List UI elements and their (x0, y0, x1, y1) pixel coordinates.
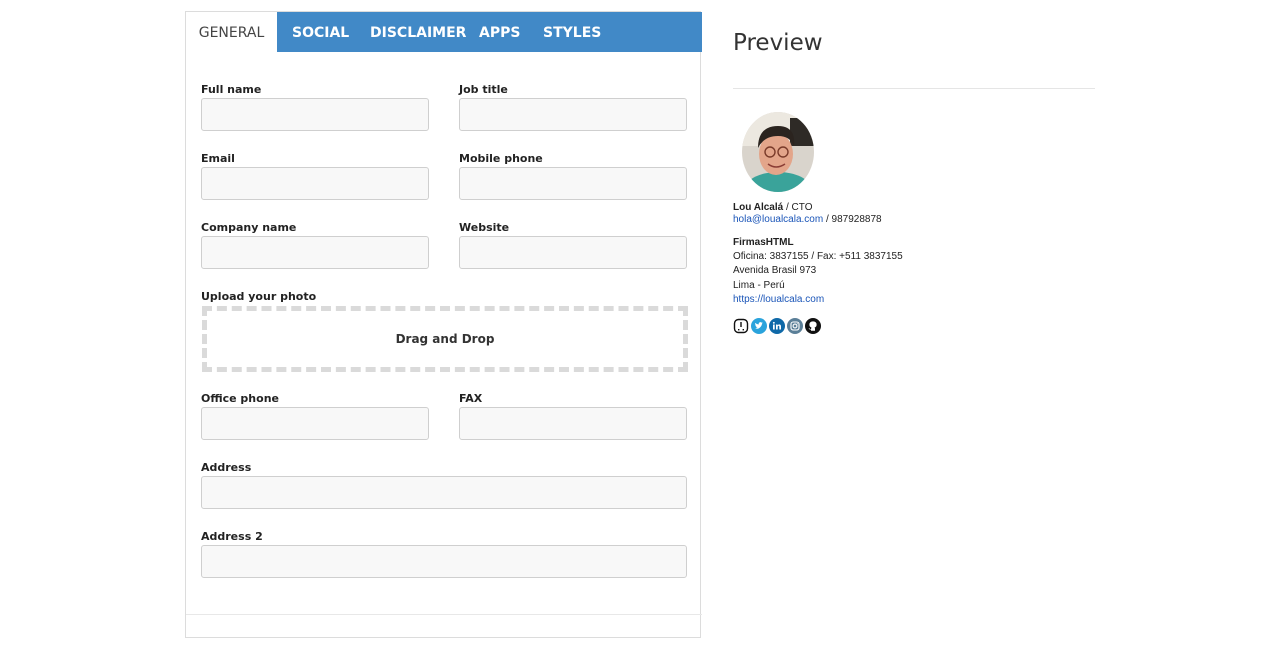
website-input[interactable] (459, 236, 687, 269)
address2-input[interactable] (201, 545, 687, 578)
signature-phones: Oficina: 3837155 / Fax: +511 3837155 (733, 251, 903, 262)
signature-form-panel: GENERAL SOCIAL DISCLAIMER APPS STYLES Fu… (185, 11, 702, 638)
upload-photo-label: Upload your photo (201, 290, 317, 303)
office-phone-input[interactable] (201, 407, 429, 440)
signature-contact-line: hola@loualcala.com / 987928878 (733, 214, 882, 225)
drop-zone-text: Drag and Drop (395, 332, 495, 346)
mobile-phone-input[interactable] (459, 167, 687, 200)
company-name-input[interactable] (201, 236, 429, 269)
signature-name-line: Lou Alcalá / CTO (733, 202, 812, 213)
signature-mobile: / 987928878 (823, 214, 882, 225)
full-name-label: Full name (201, 83, 262, 96)
tab-apps[interactable]: APPS (479, 12, 520, 52)
email-input[interactable] (201, 167, 429, 200)
photo-drop-zone[interactable]: Drag and Drop (202, 306, 688, 372)
company-name-label: Company name (201, 221, 297, 234)
website-label: Website (459, 221, 510, 234)
linkedin-icon[interactable] (769, 318, 785, 334)
github-icon[interactable] (805, 318, 821, 334)
fax-label: FAX (459, 392, 483, 405)
stopwatch-icon[interactable] (733, 318, 749, 334)
job-title-label: Job title (459, 83, 508, 96)
fax-input[interactable] (459, 407, 687, 440)
signature-company: FirmasHTML (733, 237, 794, 248)
tab-bar: GENERAL SOCIAL DISCLAIMER APPS STYLES (186, 12, 702, 52)
signature-email-link[interactable]: hola@loualcala.com (733, 214, 823, 225)
mobile-phone-label: Mobile phone (459, 152, 543, 165)
tab-disclaimer[interactable]: DISCLAIMER (370, 12, 466, 52)
signature-city: Lima - Perú (733, 280, 785, 291)
signature-name: Lou Alcalá (733, 202, 784, 213)
office-phone-label: Office phone (201, 392, 279, 405)
twitter-icon[interactable] (751, 318, 767, 334)
social-icons (733, 318, 821, 334)
instagram-icon[interactable] (787, 318, 803, 334)
tab-styles[interactable]: STYLES (543, 12, 601, 52)
preview-divider (733, 88, 1095, 89)
address-input[interactable] (201, 476, 687, 509)
tab-general[interactable]: GENERAL (186, 12, 277, 52)
email-label: Email (201, 152, 235, 165)
tab-social[interactable]: SOCIAL (292, 12, 349, 52)
panel-divider (186, 614, 702, 615)
signature-address: Avenida Brasil 973 (733, 265, 817, 276)
job-title-input[interactable] (459, 98, 687, 131)
address2-label: Address 2 (201, 530, 263, 543)
signature-job-title: / CTO (783, 202, 813, 213)
address-label: Address (201, 461, 252, 474)
preview-title: Preview (733, 30, 823, 56)
avatar (742, 112, 814, 192)
signature-website-link[interactable]: https://loualcala.com (733, 294, 824, 305)
full-name-input[interactable] (201, 98, 429, 131)
